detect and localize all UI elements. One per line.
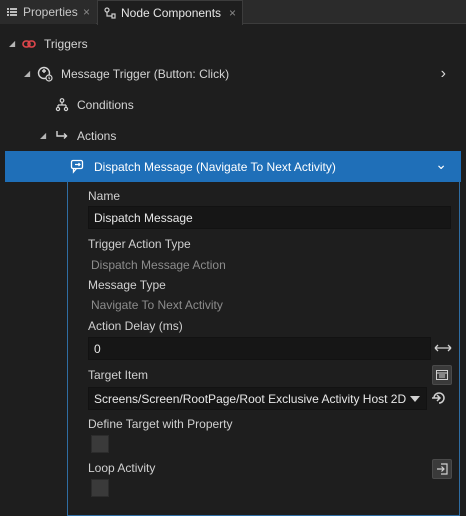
loop-activity-bind-button[interactable] xyxy=(432,459,452,479)
tab-properties[interactable]: Properties × xyxy=(0,0,96,24)
actions-arrow-icon xyxy=(56,130,68,139)
tab-node-components[interactable]: Node Components × xyxy=(97,0,243,25)
action-delay-label: Action Delay (ms) xyxy=(88,319,183,333)
message-type-label: Message Type xyxy=(88,278,166,292)
tree-item-dispatch-message[interactable]: Dispatch Message (Navigate To Next Activ… xyxy=(5,151,461,182)
loop-activity-checkbox[interactable] xyxy=(91,479,109,497)
message-trigger-icon xyxy=(37,66,53,82)
name-field[interactable]: Dispatch Message xyxy=(88,206,451,229)
chevron-right-icon[interactable]: › xyxy=(441,65,446,83)
tree-item-message-trigger[interactable]: ◢ Message Trigger (Button: Click) › xyxy=(0,58,462,89)
name-label: Name xyxy=(88,189,121,203)
tree-item-label: Conditions xyxy=(77,97,134,112)
expand-arrow-icon[interactable]: ◢ xyxy=(9,39,19,48)
dropdown-caret-icon[interactable] xyxy=(410,396,420,402)
tab-node-components-label: Node Components xyxy=(121,6,222,20)
conditions-icon xyxy=(55,97,69,111)
tree-item-label: Dispatch Message (Navigate To Next Activ… xyxy=(94,159,336,174)
bind-property-icon xyxy=(437,463,448,475)
trigger-action-type-value: Dispatch Message Action xyxy=(91,258,226,272)
tree-item-triggers[interactable]: ◢ Triggers xyxy=(0,28,462,59)
action-delay-field[interactable]: 0 xyxy=(88,337,431,360)
action-delay-drag-handle[interactable] xyxy=(433,338,453,358)
target-item-pick-button[interactable] xyxy=(429,388,449,408)
scrollbar[interactable] xyxy=(462,25,466,516)
tree-item-label: Actions xyxy=(77,128,117,143)
define-target-checkbox[interactable] xyxy=(91,435,109,453)
pick-target-icon xyxy=(432,392,445,404)
node-components-icon xyxy=(104,7,116,19)
target-item-dropdown[interactable]: Screens/Screen/RootPage/Root Exclusive A… xyxy=(88,387,427,410)
define-target-label: Define Target with Property xyxy=(88,417,233,431)
tree-item-label: Message Trigger (Button: Click) xyxy=(61,66,230,81)
expand-arrow-icon[interactable]: ◢ xyxy=(40,131,50,140)
tab-properties-close-icon[interactable]: × xyxy=(83,5,90,19)
chevron-down-icon[interactable]: ⌄ xyxy=(435,156,447,173)
trigger-action-type-label: Trigger Action Type xyxy=(88,237,191,251)
tab-bar: Properties × Node Components × xyxy=(0,0,466,25)
target-item-browse-button[interactable] xyxy=(432,365,452,385)
trigger-icon xyxy=(22,39,36,48)
browse-window-icon xyxy=(436,370,448,380)
properties-list-icon xyxy=(7,8,17,16)
tree-item-conditions[interactable]: Conditions xyxy=(0,89,462,120)
loop-activity-label: Loop Activity xyxy=(88,461,156,475)
tree-item-actions[interactable]: ◢ Actions xyxy=(0,120,462,151)
dispatch-message-icon xyxy=(70,159,84,174)
expand-arrow-icon[interactable]: ◢ xyxy=(24,69,34,78)
horizontal-drag-icon xyxy=(434,344,452,352)
target-item-value: Screens/Screen/RootPage/Root Exclusive A… xyxy=(94,391,407,406)
tab-node-components-close-icon[interactable]: × xyxy=(229,6,236,20)
message-type-value: Navigate To Next Activity xyxy=(91,298,223,312)
tab-properties-label: Properties xyxy=(23,5,78,19)
tree-item-label: Triggers xyxy=(44,36,88,51)
target-item-label: Target Item xyxy=(88,368,149,382)
